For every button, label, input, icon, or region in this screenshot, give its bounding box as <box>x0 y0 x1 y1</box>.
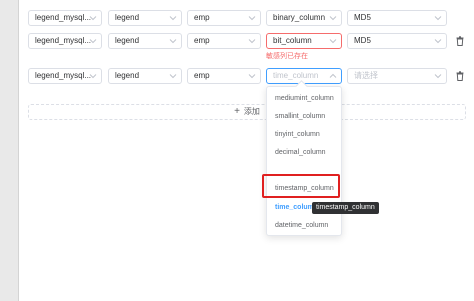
datasource-value: legend_mysql... <box>35 36 92 45</box>
database-select[interactable]: legend <box>108 68 182 84</box>
column-select[interactable]: binary_column <box>266 10 342 26</box>
database-value: legend <box>115 13 140 22</box>
option-tooltip: timestamp_column <box>312 202 379 214</box>
table-value: emp <box>194 36 210 45</box>
table-select[interactable]: emp <box>187 68 261 84</box>
chevron-down-icon <box>89 39 97 44</box>
chevron-down-icon <box>248 39 256 44</box>
chevron-down-icon <box>169 74 177 79</box>
chevron-down-icon <box>169 16 177 21</box>
column-placeholder: time_column <box>273 71 319 80</box>
dropdown-option[interactable]: datetime_column <box>275 219 328 233</box>
algorithm-select[interactable]: MD5 <box>347 10 447 26</box>
chevron-down-icon <box>329 39 337 44</box>
column-select[interactable]: time_column <box>266 68 342 84</box>
highlight-box <box>262 174 340 198</box>
trash-icon[interactable] <box>456 36 464 46</box>
add-row-button[interactable]: + 添加 <box>28 104 466 120</box>
chevron-down-icon <box>248 16 256 21</box>
trash-icon[interactable] <box>456 71 464 81</box>
chevron-down-icon <box>169 39 177 44</box>
database-select[interactable]: legend <box>108 10 182 26</box>
datasource-value: legend_mysql... <box>35 71 92 80</box>
algorithm-value: MD5 <box>354 36 371 45</box>
column-value: binary_column <box>273 13 326 22</box>
algorithm-select[interactable]: MD5 <box>347 33 447 49</box>
dropdown-option[interactable]: smallint_column <box>275 110 325 124</box>
datasource-select[interactable]: legend_mysql... <box>28 10 102 26</box>
table-value: emp <box>194 71 210 80</box>
add-row-label: 添加 <box>243 107 260 116</box>
chevron-down-icon <box>434 74 442 79</box>
table-select[interactable]: emp <box>187 10 261 26</box>
plus-icon: + <box>234 106 240 117</box>
rail-divider <box>18 0 19 301</box>
chevron-down-icon <box>248 74 256 79</box>
chevron-up-icon <box>329 73 337 78</box>
algorithm-select[interactable]: 请选择 <box>347 68 447 84</box>
table-value: emp <box>194 13 210 22</box>
chevron-down-icon <box>434 16 442 21</box>
left-rail <box>0 0 18 301</box>
dropdown-option[interactable]: mediumint_column <box>275 92 334 106</box>
column-value: bit_column <box>273 36 312 45</box>
dropdown-option[interactable]: tinyint_column <box>275 128 320 142</box>
chevron-down-icon <box>329 16 337 21</box>
chevron-down-icon <box>89 74 97 79</box>
algorithm-value: MD5 <box>354 13 371 22</box>
datasource-select[interactable]: legend_mysql... <box>28 68 102 84</box>
dropdown-option[interactable]: decimal_column <box>275 146 326 160</box>
algorithm-placeholder: 请选择 <box>354 71 378 80</box>
database-value: legend <box>115 71 140 80</box>
chevron-down-icon <box>434 39 442 44</box>
column-error-message: 敏感列已存在 <box>266 53 308 60</box>
database-value: legend <box>115 36 140 45</box>
table-select[interactable]: emp <box>187 33 261 49</box>
column-select[interactable]: bit_column <box>266 33 342 49</box>
datasource-value: legend_mysql... <box>35 13 92 22</box>
chevron-down-icon <box>89 16 97 21</box>
database-select[interactable]: legend <box>108 33 182 49</box>
datasource-select[interactable]: legend_mysql... <box>28 33 102 49</box>
